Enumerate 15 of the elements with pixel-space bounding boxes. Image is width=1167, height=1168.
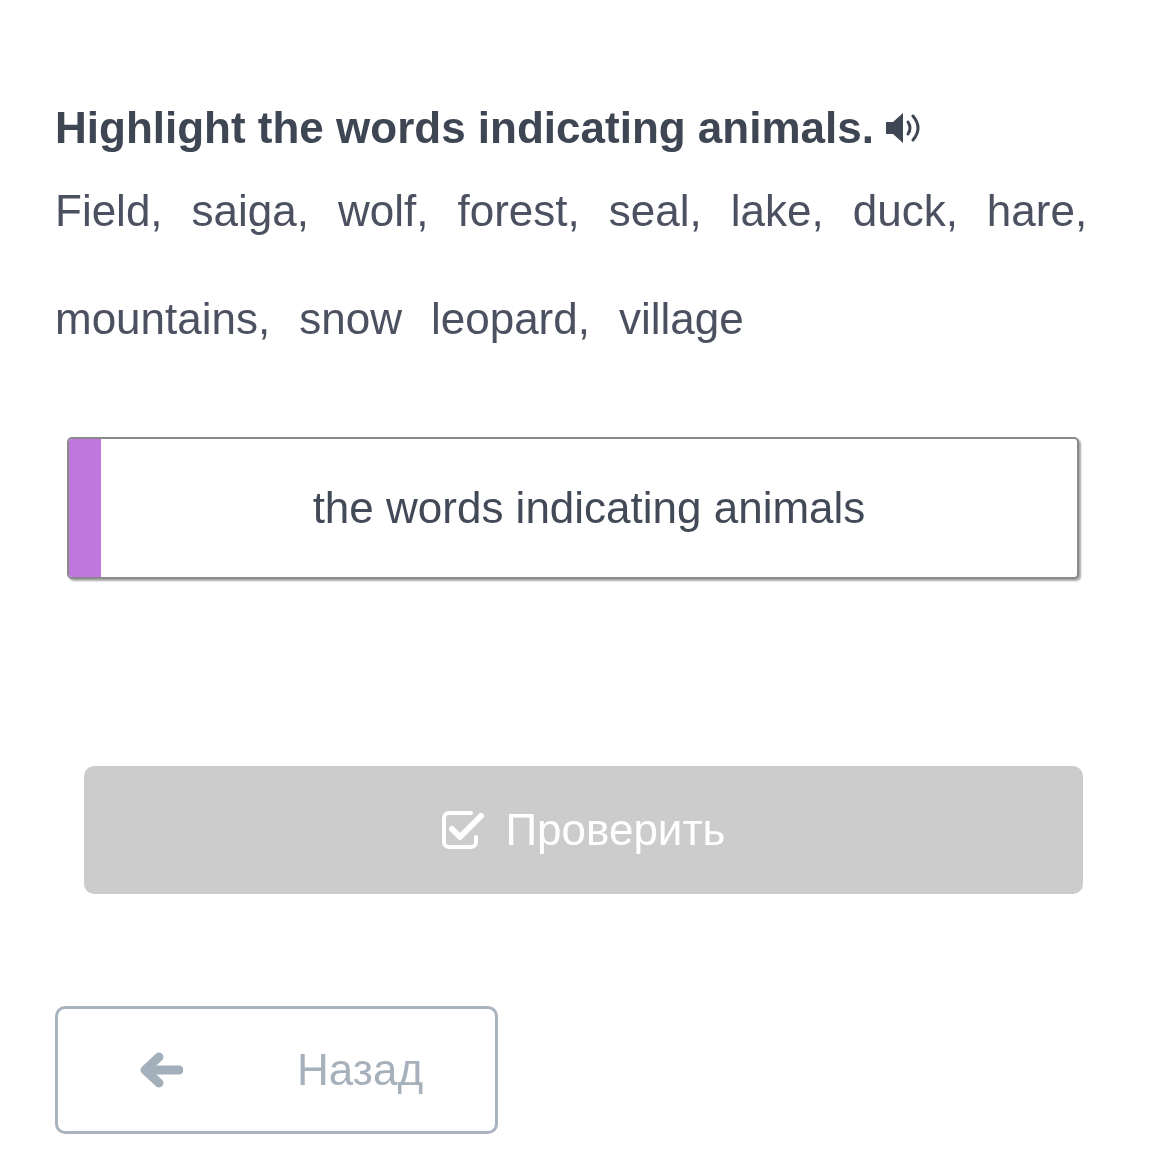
word-option[interactable]: lake, [730, 184, 824, 238]
word-option[interactable]: saiga, [191, 184, 309, 238]
word-option[interactable]: wolf, [338, 184, 429, 238]
word-option[interactable]: forest, [457, 184, 580, 238]
checked-box-icon [441, 810, 486, 851]
word-option[interactable]: village [618, 292, 744, 346]
category-button[interactable]: the words indicating animals [67, 437, 1079, 580]
word-option[interactable]: snow [299, 292, 402, 346]
word-option[interactable]: hare, [986, 184, 1088, 238]
word-option[interactable]: Field, [55, 184, 163, 238]
word-option[interactable]: leopard, [430, 292, 590, 346]
word-option[interactable]: mountains, [55, 292, 271, 346]
word-option[interactable]: seal, [608, 184, 702, 238]
question-title: Highlight the words indicating animals. [55, 102, 874, 154]
word-option[interactable]: duck, [852, 184, 958, 238]
